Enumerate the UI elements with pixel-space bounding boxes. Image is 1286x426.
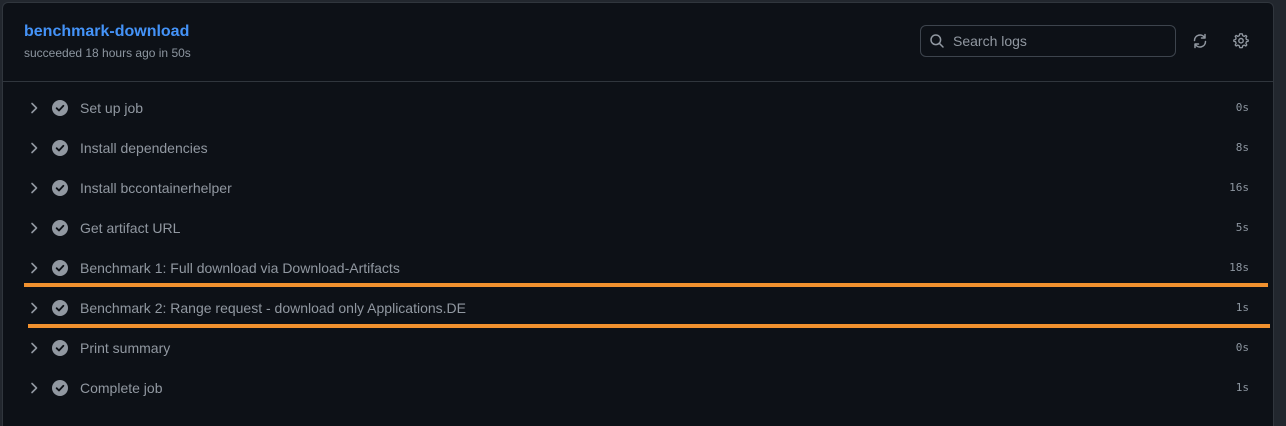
chevron-right-icon[interactable] (26, 300, 42, 316)
gear-icon[interactable] (1233, 33, 1249, 49)
job-header: benchmark-download succeeded 18 hours ag… (3, 3, 1273, 82)
check-circle-icon (52, 140, 68, 156)
job-status: succeeded 18 hours ago in 50s (24, 46, 191, 60)
chevron-right-icon[interactable] (26, 140, 42, 156)
step-duration: 0s (1235, 341, 1249, 354)
step-name: Get artifact URL (80, 220, 181, 236)
highlight-underline (28, 324, 1270, 328)
check-circle-icon (52, 220, 68, 236)
step-name: Set up job (80, 100, 144, 116)
step-name: Benchmark 2: Range request - download on… (80, 300, 466, 316)
check-circle-icon (52, 100, 68, 116)
highlight-underline (24, 283, 1268, 287)
job-log-panel: benchmark-download succeeded 18 hours ag… (2, 2, 1274, 426)
step-row[interactable]: Benchmark 2: Range request - download on… (3, 288, 1273, 328)
chevron-right-icon[interactable] (26, 380, 42, 396)
step-duration: 1s (1235, 381, 1249, 394)
chevron-right-icon[interactable] (26, 220, 42, 236)
chevron-right-icon[interactable] (26, 340, 42, 356)
search-icon (929, 33, 945, 49)
step-name: Install bccontainerhelper (80, 180, 232, 196)
step-name: Install dependencies (80, 140, 208, 156)
job-title[interactable]: benchmark-download (24, 23, 189, 41)
step-row[interactable]: Install dependencies 8s (3, 128, 1273, 168)
check-circle-icon (52, 300, 68, 316)
step-duration: 0s (1235, 101, 1249, 114)
step-name: Benchmark 1: Full download via Download-… (80, 260, 400, 276)
step-name: Complete job (80, 380, 163, 396)
step-name: Print summary (80, 340, 171, 356)
check-circle-icon (52, 260, 68, 276)
chevron-right-icon[interactable] (26, 180, 42, 196)
steps-list: Set up job 0s Install dependencies 8s In… (3, 88, 1273, 408)
search-logs-field[interactable] (920, 25, 1176, 57)
step-row[interactable]: Set up job 0s (3, 88, 1273, 128)
step-duration: 18s (1229, 261, 1249, 274)
step-duration: 16s (1229, 181, 1249, 194)
step-row[interactable]: Print summary 0s (3, 328, 1273, 368)
step-row[interactable]: Install bccontainerhelper 16s (3, 168, 1273, 208)
check-circle-icon (52, 180, 68, 196)
step-duration: 1s (1235, 301, 1249, 314)
search-logs-input[interactable] (953, 33, 1175, 49)
step-duration: 8s (1235, 141, 1249, 154)
check-circle-icon (52, 340, 68, 356)
refresh-icon[interactable] (1192, 33, 1208, 49)
step-duration: 5s (1235, 221, 1249, 234)
step-row[interactable]: Get artifact URL 5s (3, 208, 1273, 248)
check-circle-icon (52, 380, 68, 396)
chevron-right-icon[interactable] (26, 100, 42, 116)
chevron-right-icon[interactable] (26, 260, 42, 276)
step-row[interactable]: Complete job 1s (3, 368, 1273, 408)
step-row[interactable]: Benchmark 1: Full download via Download-… (3, 248, 1273, 288)
